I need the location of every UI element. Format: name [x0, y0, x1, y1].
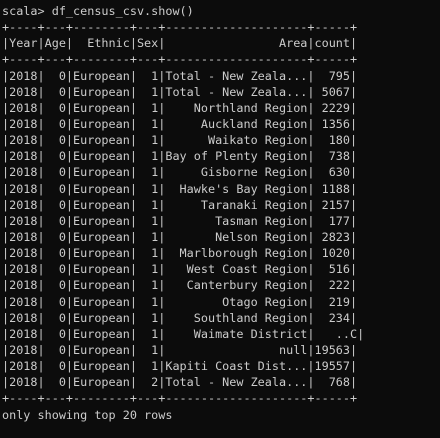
terminal-window[interactable]: scala> df_census_csv.show() +----+---+--… [0, 0, 440, 438]
table-row: |2018| 0|European| 1| Auckland Region| 1… [2, 116, 358, 131]
command-text: df_census_csv.show() [51, 4, 194, 18]
table-body: |2018| 0|European| 1|Total - New Zeala..… [2, 68, 440, 391]
table-row: |2018| 0|European| 1| Northland Region| … [2, 100, 358, 115]
table-row: |2018| 0|European| 1|Kapiti Coast Dist..… [2, 359, 358, 374]
table-row: |2018| 0|European| 1| null|19563| [2, 342, 358, 357]
table-row: |2018| 0|European| 1| Otago Region| 219| [2, 294, 358, 309]
table-row: |2018| 0|European| 1| Waikato Region| 18… [2, 133, 358, 148]
table-row: |2018| 0|European| 1|Total - New Zeala..… [2, 84, 358, 99]
table-row: |2018| 0|European| 1| Tasman Region| 177… [2, 213, 358, 228]
table-header: |Year|Age| Ethnic|Sex| Area|count| [2, 36, 358, 51]
row-limit-notice: only showing top 20 rows [2, 407, 173, 422]
scala-prompt: scala> [2, 4, 52, 18]
table-row: |2018| 0|European| 1| Canterbury Region|… [2, 278, 358, 293]
table-row: |2018| 0|European| 1|Bay of Plenty Regio… [2, 149, 358, 164]
command-prompt-line: scala> df_census_csv.show() [2, 3, 440, 19]
table-border-mid: +----+---+--------+---+-----------------… [2, 52, 358, 67]
table-row: |2018| 0|European| 1| Marlborough Region… [2, 246, 358, 261]
table-row: |2018| 0|European| 1| West Coast Region|… [2, 262, 358, 277]
table-row: |2018| 0|European| 1| Hawke's Bay Region… [2, 181, 358, 196]
table-row: |2018| 0|European| 2|Total - New Zeala..… [2, 375, 358, 390]
table-row: |2018| 0|European| 1| Nelson Region| 282… [2, 229, 358, 244]
table-row: |2018| 0|European| 1| Gisborne Region| 6… [2, 165, 358, 180]
table-border-top: +----+---+--------+---+-----------------… [2, 20, 358, 35]
table-row: |2018| 0|European| 1| Taranaki Region| 2… [2, 197, 358, 212]
table-row: |2018| 0|European| 1| Waimate District| … [2, 326, 365, 341]
table-border-bottom: +----+---+--------+---+-----------------… [2, 391, 358, 406]
table-row: |2018| 0|European| 1|Total - New Zeala..… [2, 68, 358, 83]
table-row: |2018| 0|European| 1| Southland Region| … [2, 310, 358, 325]
